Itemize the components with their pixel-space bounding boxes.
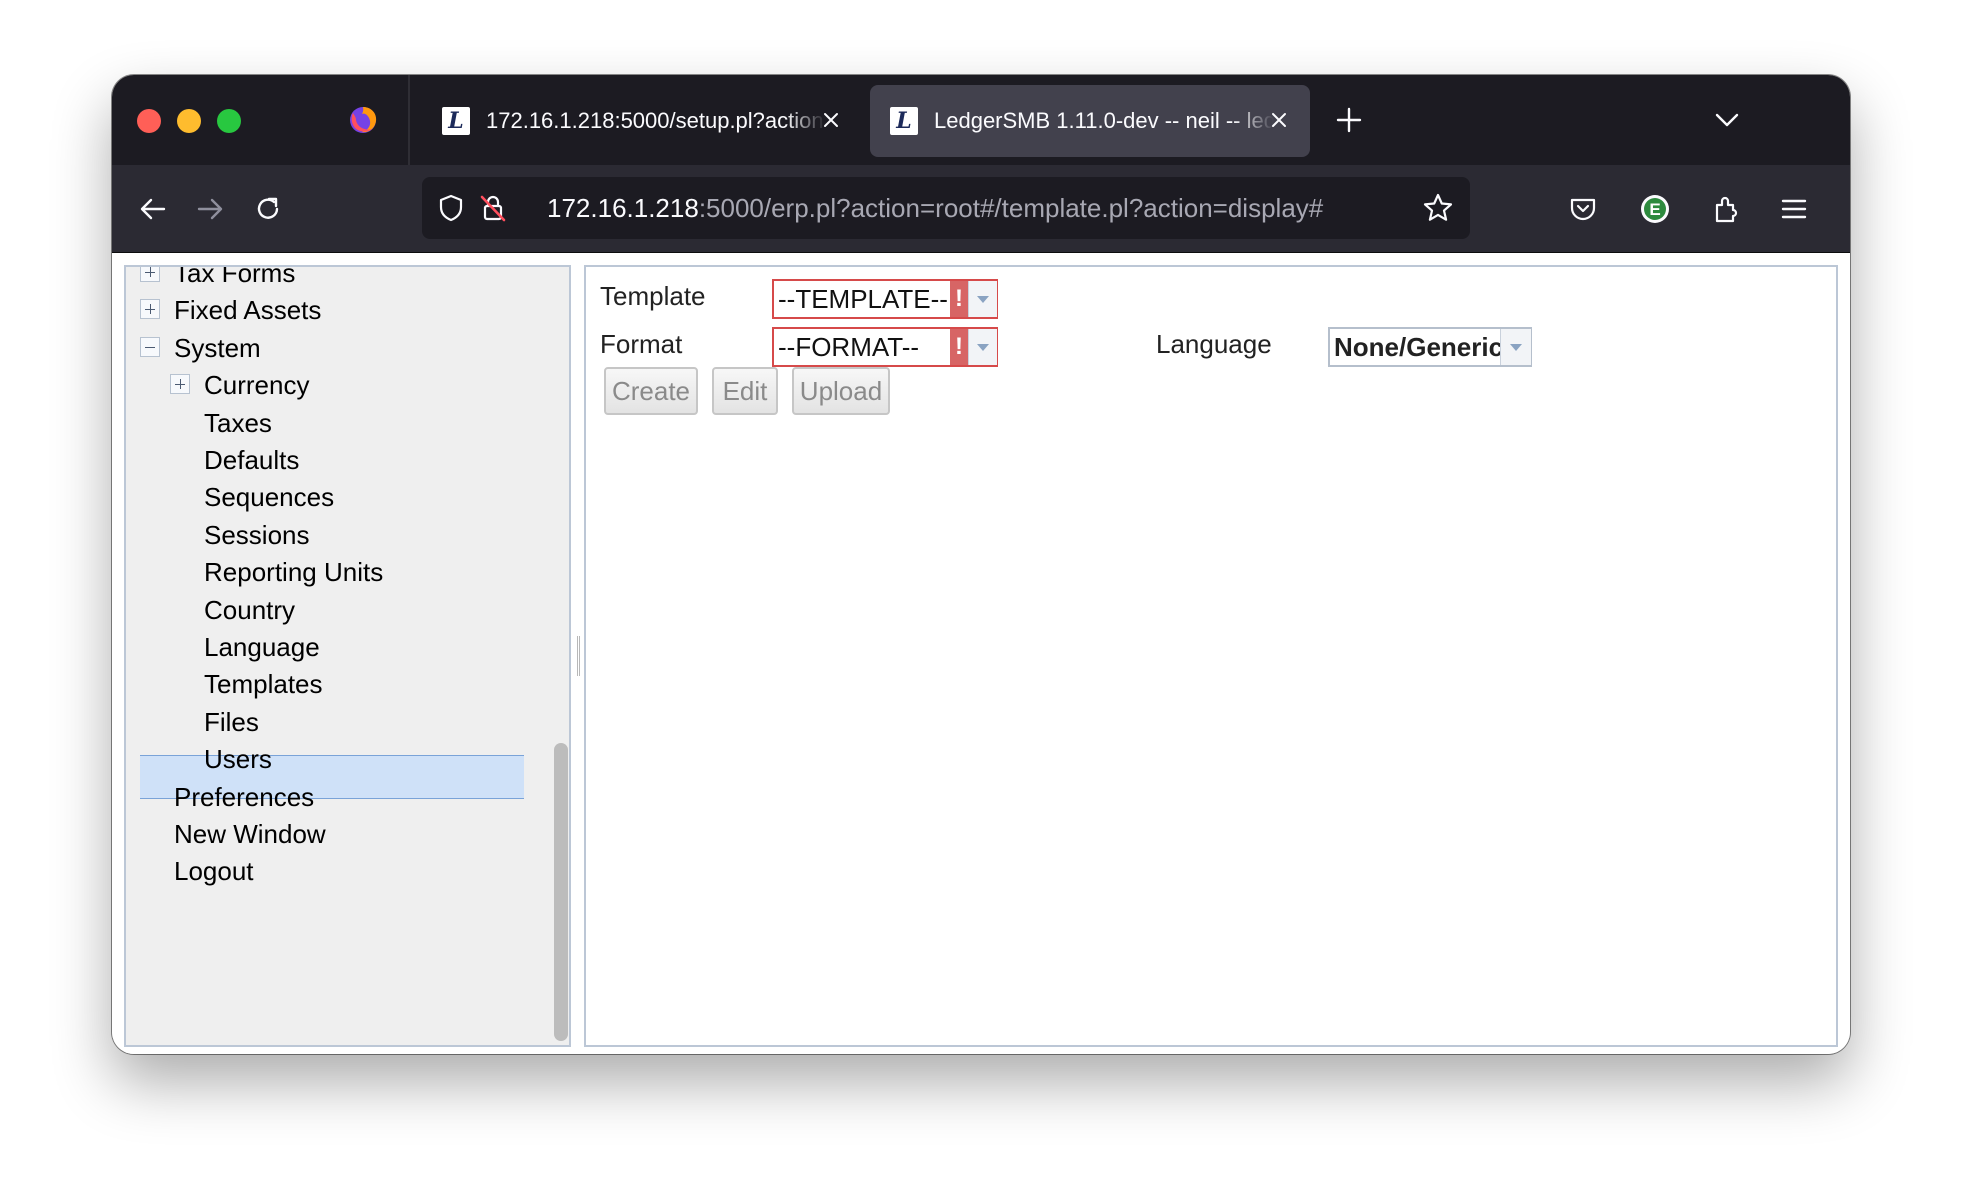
close-tab-icon[interactable] — [1266, 107, 1292, 133]
tab-ledgersmb[interactable]: L LedgerSMB 1.11.0-dev -- neil -- ledger… — [870, 85, 1310, 157]
url-path: :5000/erp.pl?action=root#/template.pl?ac… — [698, 193, 1324, 223]
invalid-warning-icon: ! — [950, 281, 968, 317]
tracking-protection-shield-icon[interactable] — [436, 193, 466, 223]
bookmark-star-icon[interactable] — [1422, 192, 1454, 224]
format-label: Format — [600, 329, 683, 359]
upload-button[interactable]: Upload — [792, 367, 890, 415]
menu-tree: Tax Forms Fixed Assets System Currency Taxes… — [124, 265, 571, 1047]
new-tab-plus-icon[interactable] — [1334, 105, 1364, 135]
tab-title: LedgerSMB 1.11.0-dev -- neil -- ledgersm… — [934, 108, 1274, 133]
url-text[interactable]: 172.16.1.218:5000/erp.pl?action=root#/te… — [547, 177, 1407, 239]
extensions-puzzle-icon[interactable] — [1709, 193, 1741, 225]
tab-separator — [408, 75, 410, 165]
hamburger-menu-icon[interactable] — [1778, 193, 1810, 225]
insecure-connection-lock-icon[interactable] — [478, 193, 508, 223]
expand-plus-icon[interactable] — [170, 374, 190, 395]
format-select[interactable]: --FORMAT-- ! — [772, 327, 998, 367]
language-label: Language — [1156, 329, 1272, 359]
zoom-window-button[interactable] — [217, 109, 241, 133]
template-form-pane: Template --TEMPLATE-- ! Format --FORMAT-… — [584, 265, 1838, 1047]
browser-window: L 172.16.1.218:5000/setup.pl?action=logi… — [112, 75, 1850, 1054]
chevron-down-icon[interactable] — [968, 281, 997, 317]
svg-text:E: E — [1649, 200, 1660, 219]
expand-plus-icon[interactable] — [140, 267, 160, 282]
template-select[interactable]: --TEMPLATE-- ! — [772, 279, 998, 319]
sidebar-item-label: Logout — [174, 856, 254, 887]
chevron-down-icon[interactable] — [1500, 329, 1531, 365]
format-select-value: --FORMAT-- — [778, 332, 920, 362]
template-label: Template — [600, 281, 706, 311]
forward-arrow-icon[interactable] — [194, 193, 226, 225]
firefox-logo-icon — [350, 107, 377, 133]
ledgersmb-favicon-icon: L — [890, 107, 918, 135]
collapse-minus-icon[interactable] — [140, 336, 160, 357]
edit-button[interactable]: Edit — [712, 367, 778, 415]
url-bar[interactable]: 172.16.1.218:5000/erp.pl?action=root#/te… — [422, 177, 1470, 239]
pocket-icon[interactable] — [1567, 193, 1599, 225]
close-tab-icon[interactable] — [818, 107, 844, 133]
page-content: Tax Forms Fixed Assets System Currency Taxes… — [112, 253, 1850, 1054]
navigation-bar: 172.16.1.218:5000/erp.pl?action=root#/te… — [112, 165, 1850, 253]
screen: L 172.16.1.218:5000/setup.pl?action=logi… — [0, 0, 1962, 1202]
create-button[interactable]: Create — [604, 367, 698, 415]
expand-plus-icon[interactable] — [140, 299, 160, 320]
list-all-tabs-chevron-icon[interactable] — [1712, 105, 1742, 135]
ledgersmb-favicon-icon: L — [442, 107, 470, 135]
sidebar-item-logout[interactable]: Logout — [126, 849, 546, 893]
sidebar-scrollbar[interactable] — [554, 743, 568, 1041]
extension-e-icon[interactable]: E — [1639, 193, 1671, 225]
minimize-window-button[interactable] — [177, 109, 201, 133]
tab-setup[interactable]: L 172.16.1.218:5000/setup.pl?action=logi… — [422, 85, 862, 157]
language-select-value: None/Generic — [1334, 332, 1504, 362]
back-arrow-icon[interactable] — [137, 193, 169, 225]
reload-icon[interactable] — [252, 193, 284, 225]
language-select[interactable]: None/Generic — [1328, 327, 1532, 367]
template-select-value: --TEMPLATE-- — [778, 284, 948, 314]
pane-splitter-handle[interactable] — [577, 636, 580, 676]
chevron-down-icon[interactable] — [968, 329, 997, 365]
tab-title: 172.16.1.218:5000/setup.pl?action=login — [486, 108, 826, 133]
tab-bar: L 172.16.1.218:5000/setup.pl?action=logi… — [112, 75, 1850, 165]
url-host: 172.16.1.218 — [547, 193, 699, 223]
close-window-button[interactable] — [137, 109, 161, 133]
invalid-warning-icon: ! — [950, 329, 968, 365]
